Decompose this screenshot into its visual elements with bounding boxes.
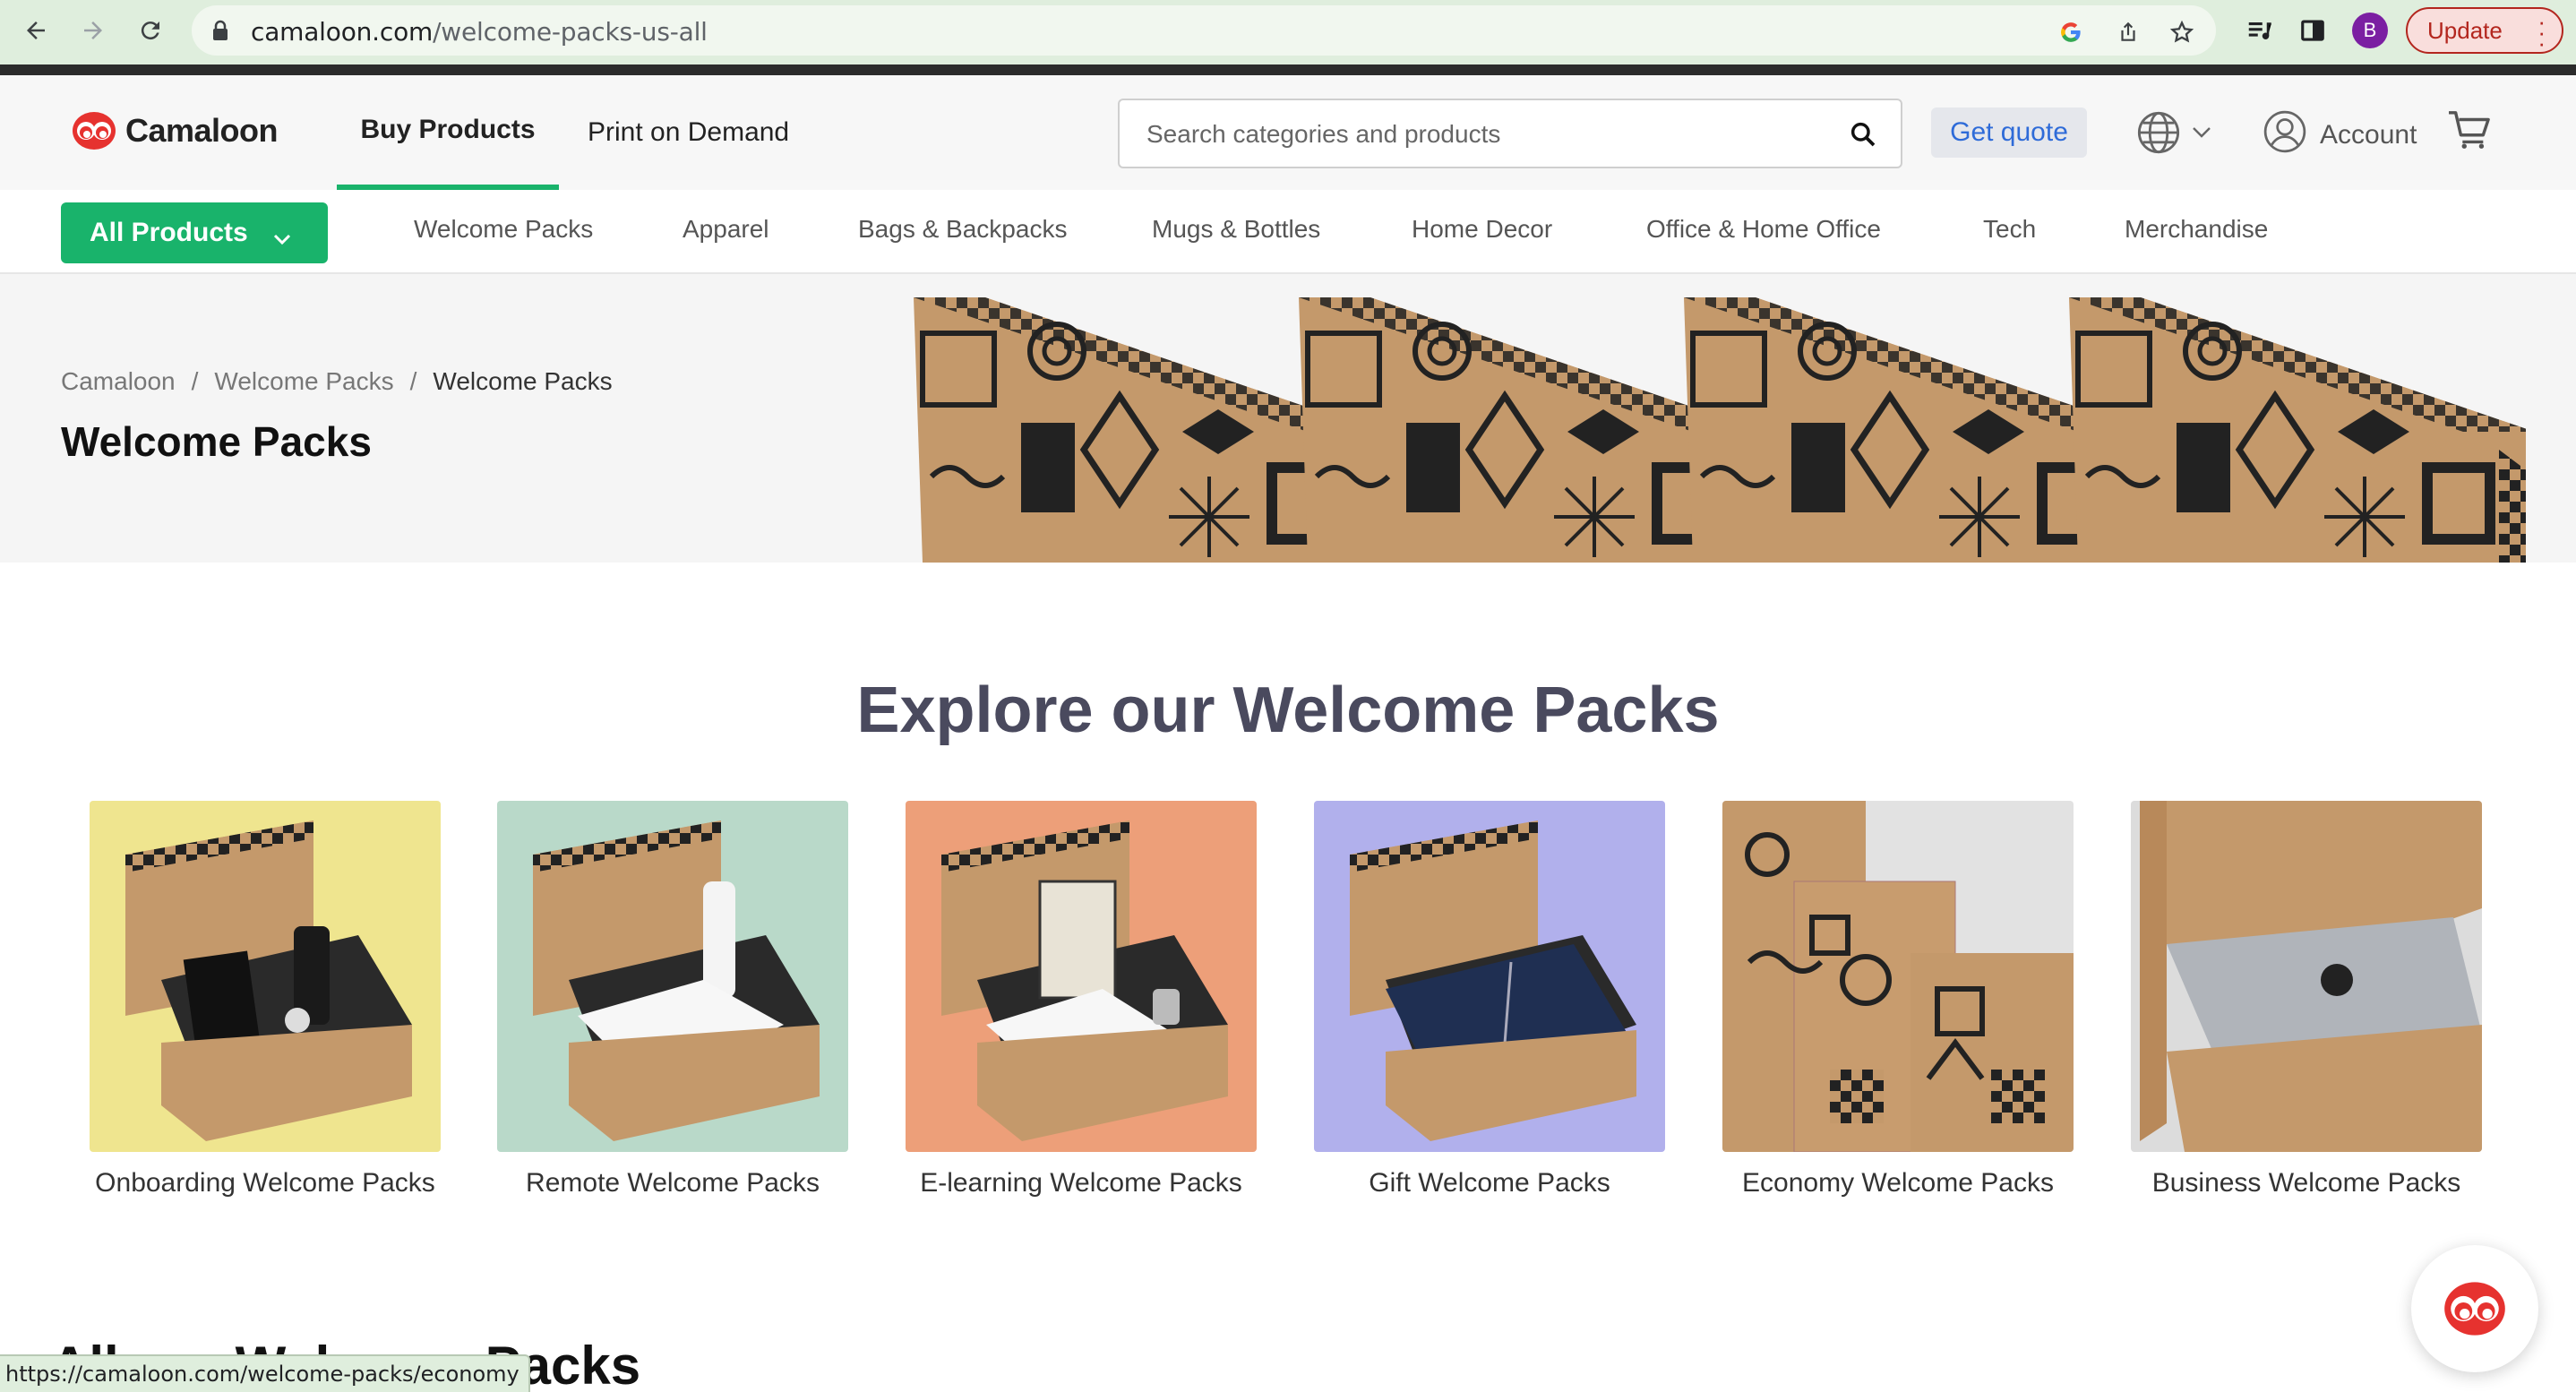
all-products-button[interactable]: All Products [61,202,328,263]
breadcrumb-home[interactable]: Camaloon [61,367,176,396]
pack-card-business[interactable]: Business Welcome Packs [2131,801,2482,1198]
pack-label[interactable]: Gift Welcome Packs [1278,1168,1701,1199]
globe-icon [2135,109,2182,160]
url-text: camaloon.com/welcome-packs-us-all [251,17,708,47]
search-icon[interactable] [1849,120,1877,153]
bookmark-star-icon[interactable] [2168,18,2196,47]
category-mugs-bottles[interactable]: Mugs & Bottles [1152,215,1320,244]
nav-print-on-demand-label: Print on Demand [588,117,790,147]
pack-image [2131,801,2482,1152]
pack-card-onboarding[interactable]: Onboarding Welcome Packs [90,801,441,1198]
browser-toolbar: camaloon.com/welcome-packs-us-all B Upda… [0,0,2576,64]
language-selector[interactable] [2135,109,2212,160]
nav-buy-products-label: Buy Products [360,115,536,144]
back-arrow-icon[interactable] [18,13,54,48]
brand-name: Camaloon [125,112,279,149]
pack-label[interactable]: Onboarding Welcome Packs [54,1168,477,1199]
camaloon-logo[interactable]: Camaloon [72,111,279,150]
link-preview-status: https://camaloon.com/welcome-packs/econo… [0,1354,530,1392]
hero-banner: Camaloon / Welcome Packs / Welcome Packs… [0,274,2576,563]
hero-boxes-image [914,297,2526,563]
all-products-label: All Products [90,218,248,247]
camaloon-logo-icon [72,111,116,150]
chevron-down-icon [2191,125,2212,144]
breadcrumb: Camaloon / Welcome Packs / Welcome Packs [61,367,613,396]
pack-card-gift[interactable]: Gift Welcome Packs [1314,801,1665,1198]
side-panel-icon[interactable] [2291,7,2334,54]
address-bar[interactable]: camaloon.com/welcome-packs-us-all [192,5,2216,56]
account-label: Account [2320,120,2417,150]
pack-label[interactable]: Economy Welcome Packs [1687,1168,2109,1199]
chevron-down-icon [272,224,292,254]
update-label: Update [2427,16,2503,44]
pack-label[interactable]: Business Welcome Packs [2095,1168,2518,1199]
camaloon-chat-icon [2444,1282,2505,1336]
forward-arrow-icon[interactable] [75,13,111,48]
breadcrumb-separator: / [191,367,199,395]
url-domain: camaloon.com [251,17,434,47]
pack-image [906,801,1257,1152]
user-icon [2263,109,2307,161]
breadcrumb-welcome-packs[interactable]: Welcome Packs [214,367,393,396]
breadcrumb-current: Welcome Packs [433,367,613,395]
breadcrumb-separator: / [409,367,417,395]
account-link[interactable]: Account [2263,109,2417,161]
reload-icon[interactable] [133,13,168,48]
category-welcome-packs[interactable]: Welcome Packs [414,215,593,244]
section-title: Explore our Welcome Packs [856,675,1720,746]
more-menu-icon[interactable]: · · · [2537,10,2546,55]
search-field[interactable] [1118,99,1902,168]
lock-icon [211,20,229,46]
category-apparel[interactable]: Apparel [683,215,769,244]
pack-image [1314,801,1665,1152]
media-queue-icon[interactable] [2237,7,2280,54]
browser-divider [0,64,2576,75]
category-office-home-office[interactable]: Office & Home Office [1646,215,1881,244]
pack-card-economy[interactable]: Economy Welcome Packs [1722,801,2074,1198]
profile-avatar[interactable]: B [2352,13,2388,48]
pack-label[interactable]: Remote Welcome Packs [461,1168,884,1199]
page-title: Welcome Packs [61,418,372,465]
pack-card-remote[interactable]: Remote Welcome Packs [497,801,848,1198]
category-bar: All Products Welcome Packs Apparel Bags … [0,190,2576,274]
cart-icon[interactable] [2447,109,2492,155]
nav-print-on-demand[interactable]: Print on Demand [588,75,789,190]
chat-widget-button[interactable] [2411,1245,2538,1372]
search-input[interactable] [1146,116,1827,152]
site-header: Camaloon Buy Products Print on Demand Ge… [0,75,2576,190]
update-button[interactable]: Update · · · [2406,7,2563,55]
category-tech[interactable]: Tech [1983,215,2036,244]
google-icon[interactable] [2057,18,2085,47]
pack-card-elearning[interactable]: E-learning Welcome Packs [906,801,1257,1198]
category-home-decor[interactable]: Home Decor [1412,215,1552,244]
pack-label[interactable]: E-learning Welcome Packs [870,1168,1292,1199]
category-merchandise[interactable]: Merchandise [2125,215,2268,244]
pack-image [1722,801,2074,1152]
pack-image [90,801,441,1152]
nav-buy-products[interactable]: Buy Products [337,75,559,190]
category-bags-backpacks[interactable]: Bags & Backpacks [858,215,1067,244]
get-quote-button[interactable]: Get quote [1931,107,2087,158]
share-icon[interactable] [2114,18,2142,47]
pack-image [497,801,848,1152]
url-path: /welcome-packs-us-all [433,17,708,47]
